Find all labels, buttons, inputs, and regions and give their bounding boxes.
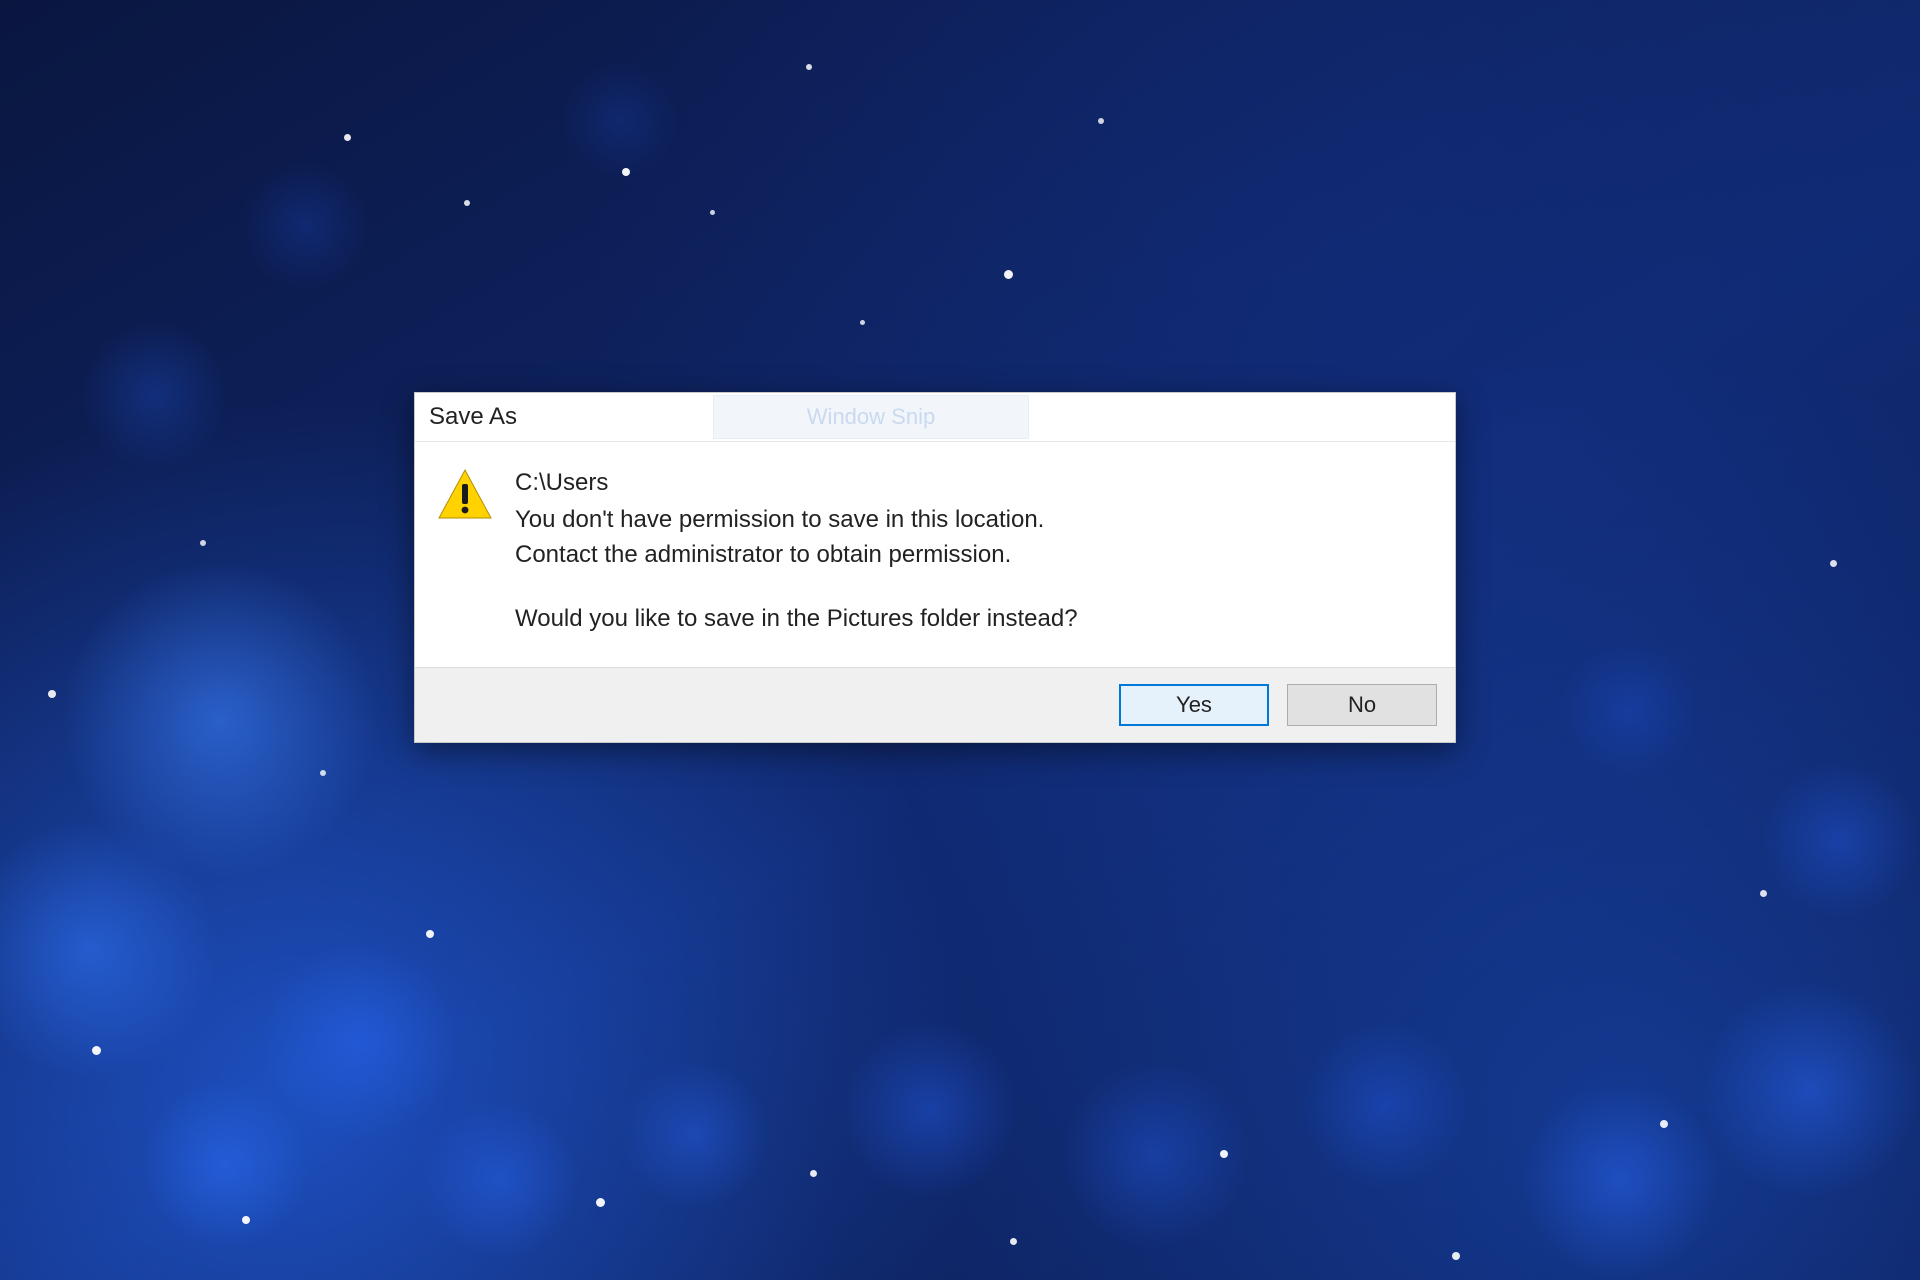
desktop-background: Save As Window Snip C:\Users You don't h… bbox=[0, 0, 1920, 1280]
warning-icon bbox=[437, 468, 515, 520]
dialog-titlebar[interactable]: Save As Window Snip bbox=[415, 393, 1455, 442]
dialog-button-row: Yes No bbox=[415, 667, 1455, 742]
message-path: C:\Users bbox=[515, 466, 1433, 501]
message-line-2: Contact the administrator to obtain perm… bbox=[515, 538, 1433, 573]
dialog-message: C:\Users You don't have permission to sa… bbox=[515, 466, 1433, 637]
yes-button[interactable]: Yes bbox=[1119, 684, 1269, 726]
message-line-3: Would you like to save in the Pictures f… bbox=[515, 602, 1433, 637]
save-as-dialog: Save As Window Snip C:\Users You don't h… bbox=[414, 392, 1456, 743]
dialog-title: Save As bbox=[429, 403, 517, 430]
dialog-body: C:\Users You don't have permission to sa… bbox=[415, 442, 1455, 667]
ghost-window-snip-overlay: Window Snip bbox=[713, 395, 1029, 439]
message-line-1: You don't have permission to save in thi… bbox=[515, 503, 1433, 538]
no-button[interactable]: No bbox=[1287, 684, 1437, 726]
